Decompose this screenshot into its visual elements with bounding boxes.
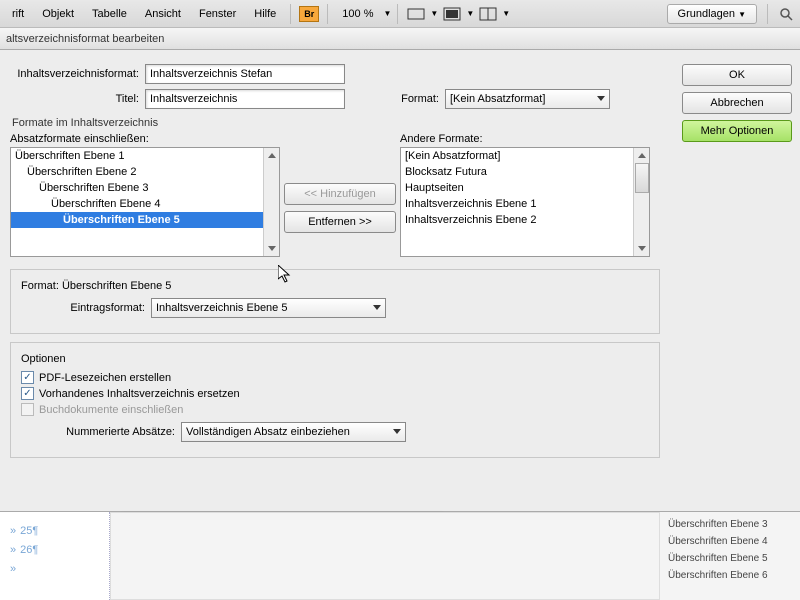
document-pasteboard (110, 512, 660, 600)
list-item[interactable]: Hauptseiten (401, 180, 649, 196)
menu-objekt[interactable]: Objekt (34, 4, 82, 24)
menu-fenster[interactable]: Fenster (191, 4, 244, 24)
format-label: Format: (370, 93, 445, 105)
dropdown-arrow-icon[interactable]: ▼ (466, 9, 474, 18)
list-item[interactable]: Inhaltsverzeichnis Ebene 2 (401, 212, 649, 228)
list-item[interactable]: Überschriften Ebene 4 (11, 196, 279, 212)
bridge-icon[interactable]: Br (297, 3, 321, 25)
chevron-down-icon (373, 305, 381, 310)
document-area: »25¶ »26¶ » Überschriften Ebene 3 Übersc… (0, 512, 800, 600)
app-menubar: rift Objekt Tabelle Ansicht Fenster Hilf… (0, 0, 800, 28)
cancel-button[interactable]: Abbrechen (682, 92, 792, 114)
style-item[interactable]: Überschriften Ebene 3 (666, 516, 794, 533)
other-formats-list[interactable]: [Kein Absatzformat] Blocksatz Futura Hau… (400, 147, 650, 257)
separator (327, 4, 328, 24)
replace-toc-label: Vorhandenes Inhaltsverzeichnis ersetzen (39, 388, 240, 400)
format-dropdown[interactable]: [Kein Absatzformat] (445, 89, 610, 109)
style-item[interactable]: Überschriften Ebene 4 (666, 533, 794, 550)
dropdown-arrow-icon[interactable]: ▼ (502, 9, 510, 18)
dropdown-arrow-icon[interactable]: ▼ (383, 9, 391, 18)
pdf-bookmarks-checkbox[interactable] (21, 371, 34, 384)
format-section-label: Format: Überschriften Ebene 5 (21, 280, 649, 292)
dialog-titlebar: altsverzeichnisformat bearbeiten (0, 28, 800, 50)
toc-format-label: Inhaltsverzeichnisformat: (10, 68, 145, 80)
add-button[interactable]: << Hinzufügen (284, 183, 396, 205)
pdf-bookmarks-label: PDF-Lesezeichen erstellen (39, 372, 171, 384)
more-options-button[interactable]: Mehr Optionen (682, 120, 792, 142)
separator (397, 4, 398, 24)
menu-hilfe[interactable]: Hilfe (246, 4, 284, 24)
paragraph-styles-panel[interactable]: Überschriften Ebene 3 Überschriften Eben… (660, 512, 800, 600)
formats-in-toc-label: Formate im Inhaltsverzeichnis (12, 117, 660, 129)
style-item[interactable]: Überschriften Ebene 5 (666, 550, 794, 567)
view-options-icon[interactable] (404, 3, 428, 25)
menu-schrift[interactable]: rift (4, 4, 32, 24)
list-item[interactable]: Überschriften Ebene 1 (11, 148, 279, 164)
scroll-thumb[interactable] (635, 163, 649, 193)
scroll-up-icon[interactable] (264, 148, 280, 163)
title-label: Titel: (10, 93, 145, 105)
scroll-up-icon[interactable] (634, 148, 650, 163)
entry-format-dropdown[interactable]: Inhaltsverzeichnis Ebene 5 (151, 298, 386, 318)
ok-button[interactable]: OK (682, 64, 792, 86)
scrollbar[interactable] (633, 148, 649, 256)
include-paragraph-formats-label: Absatzformate einschließen: (10, 133, 280, 145)
options-section: Optionen PDF-Lesezeichen erstellen Vorha… (10, 342, 660, 458)
list-item[interactable]: [Kein Absatzformat] (401, 148, 649, 164)
scrollbar[interactable] (263, 148, 279, 256)
numbered-paragraphs-value: Vollständigen Absatz einbeziehen (186, 426, 350, 438)
list-item[interactable]: Inhaltsverzeichnis Ebene 1 (401, 196, 649, 212)
search-icon[interactable] (778, 6, 796, 22)
menu-ansicht[interactable]: Ansicht (137, 4, 189, 24)
numbered-paragraphs-label: Nummerierte Absätze: (21, 426, 181, 438)
dialog-title: altsverzeichnisformat bearbeiten (6, 33, 164, 45)
document-text: »25¶ »26¶ » (0, 512, 110, 600)
chevron-down-icon (393, 429, 401, 434)
list-item[interactable]: Blocksatz Futura (401, 164, 649, 180)
separator (767, 4, 768, 24)
toc-format-input[interactable] (145, 64, 345, 84)
list-item[interactable]: Überschriften Ebene 3 (11, 180, 279, 196)
style-item[interactable]: Überschriften Ebene 6 (666, 567, 794, 584)
format-section: Format: Überschriften Ebene 5 Eintragsfo… (10, 269, 660, 334)
other-formats-label: Andere Formate: (400, 133, 650, 145)
entry-format-label: Eintragsformat: (21, 302, 151, 314)
arrange-icon[interactable] (476, 3, 500, 25)
pilcrow-icon: ¶ (32, 525, 38, 537)
screen-mode-icon[interactable] (440, 3, 464, 25)
workspace-switcher[interactable]: Grundlagen ▼ (667, 4, 757, 24)
zoom-level[interactable]: 100 % (334, 8, 381, 20)
pilcrow-icon: ¶ (32, 544, 38, 556)
replace-toc-checkbox[interactable] (21, 387, 34, 400)
line-number: 25 (20, 525, 32, 537)
numbered-paragraphs-dropdown[interactable]: Vollständigen Absatz einbeziehen (181, 422, 406, 442)
remove-button[interactable]: Entfernen >> (284, 211, 396, 233)
separator (290, 4, 291, 24)
dialog-body: OK Abbrechen Mehr Optionen Inhaltsverzei… (0, 50, 800, 512)
book-docs-label: Buchdokumente einschließen (39, 404, 183, 416)
line-number: 26 (20, 544, 32, 556)
format-value: [Kein Absatzformat] (450, 93, 545, 105)
menu-tabelle[interactable]: Tabelle (84, 4, 135, 24)
entry-format-value: Inhaltsverzeichnis Ebene 5 (156, 302, 287, 314)
chevron-down-icon (597, 96, 605, 101)
list-item-selected[interactable]: Überschriften Ebene 5 (11, 212, 279, 228)
include-formats-list[interactable]: Überschriften Ebene 1 Überschriften Eben… (10, 147, 280, 257)
scroll-down-icon[interactable] (264, 241, 280, 256)
book-docs-checkbox (21, 403, 34, 416)
dropdown-arrow-icon[interactable]: ▼ (430, 9, 438, 18)
list-item[interactable]: Überschriften Ebene 2 (11, 164, 279, 180)
title-input[interactable] (145, 89, 345, 109)
options-label: Optionen (21, 353, 649, 365)
scroll-down-icon[interactable] (634, 241, 650, 256)
